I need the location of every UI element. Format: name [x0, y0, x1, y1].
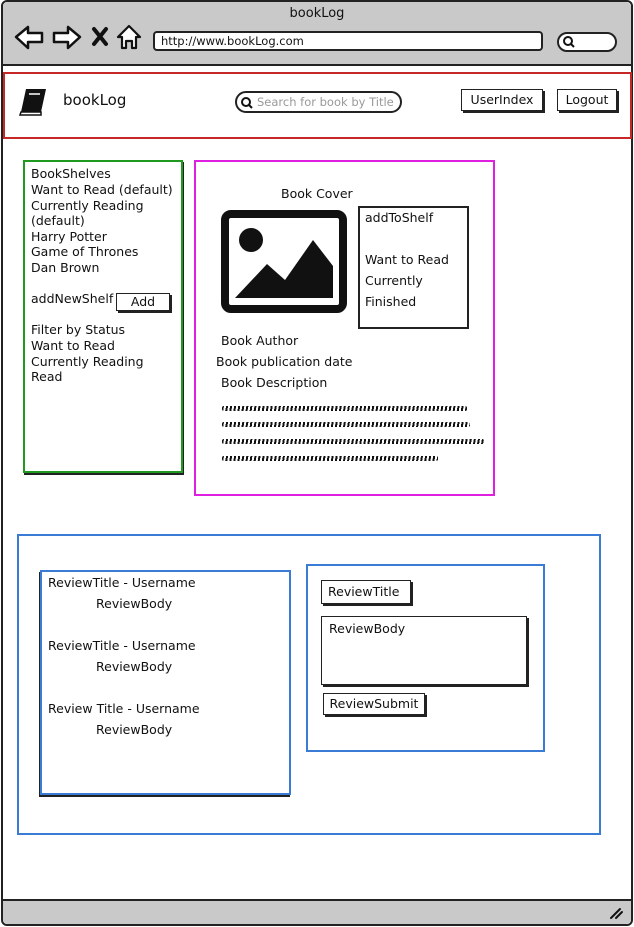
book-logo-icon [18, 89, 46, 116]
review-body-placeholder: ReviewBody [329, 621, 406, 636]
shelf-item[interactable]: Game of Thrones [31, 244, 138, 259]
review-body: ReviewBody [96, 722, 173, 737]
book-author: Book Author [221, 333, 299, 348]
review-submit-button[interactable]: ReviewSubmit [323, 693, 425, 715]
window-title: bookLog [289, 6, 345, 21]
scribble-line [222, 456, 438, 461]
filter-item[interactable]: Want to Read [31, 338, 115, 353]
review-title-placeholder: ReviewTitle [328, 584, 400, 599]
add-to-shelf-heading: addToShelf [365, 210, 434, 225]
scribble-line [222, 422, 470, 427]
review-title: ReviewTitle - Username [48, 638, 196, 653]
shelves-heading: BookShelves [31, 166, 111, 181]
scribble-line [222, 406, 467, 411]
review-title: Review Title - Username [48, 701, 200, 716]
filter-item[interactable]: Read [31, 369, 62, 384]
book-search-input[interactable]: Search for book by Title [235, 91, 402, 113]
close-x-icon[interactable] [92, 27, 108, 46]
home-icon[interactable] [116, 24, 142, 50]
filter-item[interactable]: Currently Reading [31, 354, 144, 369]
book-cover-label: Book Cover [281, 186, 353, 201]
search-icon [241, 97, 253, 109]
shelf-item[interactable]: Dan Brown [31, 260, 99, 275]
logo-text: bookLog [63, 91, 127, 109]
shelf-option[interactable]: Want to Read [365, 252, 449, 267]
shelf-item[interactable]: Want to Read (default) [31, 182, 173, 197]
address-bar[interactable]: http://www.bookLog.com [153, 31, 543, 51]
book-description-label: Book Description [221, 375, 328, 390]
browser-search-input[interactable] [557, 32, 617, 52]
add-shelf-button[interactable]: Add [116, 293, 170, 311]
shelf-option[interactable]: Currently [365, 273, 423, 288]
review-body: ReviewBody [96, 596, 173, 611]
image-placeholder-icon [221, 210, 347, 313]
user-index-button[interactable]: UserIndex [461, 89, 543, 111]
browser-nav-icons [14, 24, 142, 50]
filter-heading: Filter by Status [31, 322, 126, 337]
browser-status-bar [3, 899, 631, 924]
logout-button[interactable]: Logout [557, 89, 617, 111]
shelf-item[interactable]: Harry Potter [31, 229, 107, 244]
review-title-input[interactable]: ReviewTitle [321, 580, 411, 604]
shelf-item-suffix: (default) [31, 213, 85, 228]
scribble-line [222, 439, 484, 444]
back-arrow-icon[interactable] [14, 25, 44, 50]
review-title: ReviewTitle - Username [48, 575, 196, 590]
shelf-option[interactable]: Finished [365, 294, 416, 309]
shelf-item[interactable]: Currently Reading [31, 198, 144, 213]
search-icon [563, 36, 575, 48]
resize-grip-icon[interactable] [608, 906, 624, 920]
book-publication-date: Book publication date [216, 354, 353, 369]
add-shelf-label: addNewShelf [31, 291, 114, 306]
review-body-textarea[interactable]: ReviewBody [321, 616, 527, 685]
review-body: ReviewBody [96, 659, 173, 674]
forward-arrow-icon[interactable] [52, 25, 82, 50]
